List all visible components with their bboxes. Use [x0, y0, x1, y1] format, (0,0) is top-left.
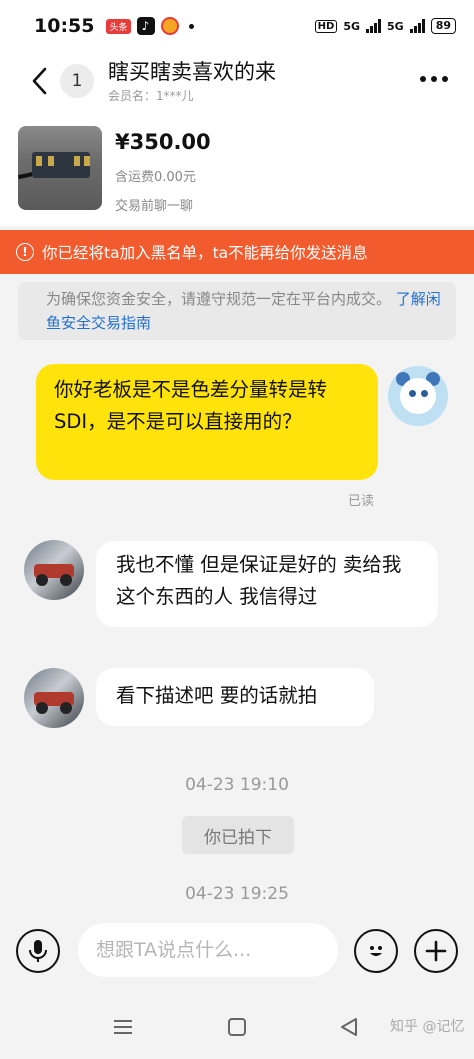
back-key[interactable] [334, 1012, 364, 1042]
product-info: ¥350.00 含运费0.00元 交易前聊一聊 [115, 126, 211, 214]
member-name: 会员名：1***儿 [108, 88, 194, 103]
network-label-1: 5G [343, 19, 360, 33]
system-message-order: 你已拍下 [182, 816, 294, 854]
back-button[interactable] [24, 61, 54, 101]
chevron-left-icon [32, 67, 47, 95]
own-avatar[interactable] [388, 366, 448, 426]
emoji-button[interactable] [354, 929, 398, 973]
chat-header: 1 瞎买瞎卖喜欢的来 会员名：1***儿 [0, 52, 474, 110]
input-bar [0, 910, 474, 986]
safety-notice: 为确保您资金安全，请遵守规范一定在平台内成交。 了解闲鱼安全交易指南 [18, 282, 456, 340]
tiktok-app-icon: ♪ [136, 17, 155, 35]
toutiao-app-icon: 头条 [106, 18, 131, 34]
signal-icon-1 [366, 19, 381, 33]
home-key[interactable] [222, 1012, 252, 1042]
message-bubble-other[interactable]: 我也不懂 但是保证是好的 卖给我这个东西的人 我信得过 [96, 541, 438, 627]
emoji-icon [370, 946, 382, 956]
status-bar: 10:55 头条 ♪ HD 5G 5G 89 [0, 0, 474, 52]
notification-dot-icon [188, 23, 194, 29]
plus-icon [425, 940, 447, 962]
signal-icon-2 [409, 19, 425, 33]
chat-hint: 交易前聊一聊 [115, 199, 194, 214]
more-button[interactable] [416, 64, 452, 94]
status-app-icons: 头条 ♪ [106, 17, 194, 35]
triangle-back-icon [341, 1018, 357, 1036]
more-icon [420, 76, 426, 82]
weibo-app-icon [160, 17, 179, 35]
shipping-fee: 含运费0.00元 [115, 170, 196, 185]
message-input[interactable] [78, 923, 338, 977]
blacklist-text: 你已经将ta加入黑名单，ta不能再给你发送消息 [42, 244, 368, 262]
timestamp: 04-23 19:10 [185, 775, 289, 795]
menu-icon [114, 1020, 132, 1034]
voice-button[interactable] [16, 929, 60, 973]
seller-avatar[interactable] [24, 540, 84, 600]
safety-notice-text: 为确保您资金安全，请遵守规范一定在平台内成交。 [46, 290, 392, 308]
chat-title-block: 瞎买瞎卖喜欢的来 会员名：1***儿 [108, 59, 276, 104]
status-time: 10:55 [34, 15, 95, 37]
chat-title: 瞎买瞎卖喜欢的来 [108, 59, 276, 84]
warning-icon: ! [16, 243, 34, 261]
microphone-icon [29, 940, 47, 962]
product-card[interactable]: ¥350.00 含运费0.00元 交易前聊一聊 [0, 110, 474, 226]
unread-count-badge[interactable]: 1 [60, 64, 94, 98]
read-status: 已读 [348, 494, 375, 509]
blacklist-banner: ! 你已经将ta加入黑名单，ta不能再给你发送消息 [0, 230, 474, 274]
seller-avatar[interactable] [24, 668, 84, 728]
network-label-2: 5G [387, 19, 404, 33]
message-bubble-own[interactable]: 你好老板是不是色差分量转是转SDI，是不是可以直接用的？ [36, 364, 378, 480]
timestamp: 04-23 19:25 [185, 884, 289, 904]
status-indicators: HD 5G 5G 89 [314, 18, 456, 34]
battery-icon: 89 [430, 18, 456, 34]
product-price: ¥350.00 [115, 130, 211, 154]
watermark: 知乎 @记忆 [390, 1019, 465, 1035]
menu-key[interactable] [108, 1012, 138, 1042]
home-icon [228, 1018, 246, 1036]
message-bubble-other[interactable]: 看下描述吧 要的话就拍 [96, 668, 374, 726]
hd-icon: HD [314, 19, 338, 33]
plus-button[interactable] [414, 929, 458, 973]
product-thumbnail[interactable] [18, 126, 102, 210]
